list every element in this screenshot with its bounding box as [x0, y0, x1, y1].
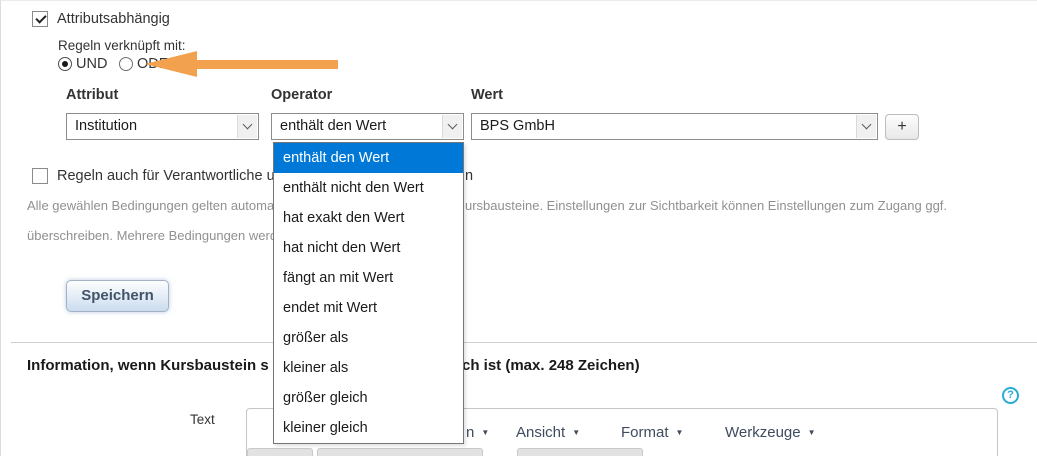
editor-menu-format[interactable]: Format ▼: [621, 424, 683, 441]
operator-select-value: enthält den Wert: [280, 118, 387, 134]
toolbar-button-group[interactable]: [247, 448, 313, 456]
attribute-rules-panel: Attributsabhängig Regeln verknüpft mit: …: [0, 0, 1037, 456]
operator-option[interactable]: kleiner gleich: [274, 413, 463, 443]
operator-option[interactable]: größer als: [274, 323, 463, 353]
info-heading-end: ch ist (max. 248 Zeichen): [462, 357, 640, 374]
menu-caret-icon: ▼: [481, 428, 490, 437]
operator-dropdown-list: enthält den Wert enthält nicht den Wert ha…: [273, 142, 464, 444]
chevron-down-icon: [856, 115, 876, 138]
operator-option[interactable]: hat exakt den Wert: [274, 203, 463, 233]
editor-menu-werkzeuge[interactable]: Werkzeuge ▼: [725, 424, 816, 441]
menu-caret-icon: ▼: [572, 428, 581, 437]
radio-und[interactable]: [58, 57, 72, 71]
callout-arrow-tail: [195, 60, 338, 69]
add-rule-button[interactable]: +: [885, 114, 919, 140]
apply-rules-checkbox[interactable]: [32, 168, 48, 184]
info-heading-start: Information, wenn Kursbaustein s: [27, 357, 269, 374]
section-divider: [11, 342, 1037, 343]
column-header-attribute: Attribut: [66, 87, 119, 103]
help-text-line2-start: überschreiben. Mehrere Bedingungen werde: [27, 228, 285, 243]
help-text-line1-end: ursbausteine. Einstellungen zur Sichtbar…: [465, 198, 948, 213]
operator-option[interactable]: enthält den Wert: [274, 143, 463, 173]
attribute-select-value: Institution: [75, 118, 138, 134]
callout-arrow-icon: [145, 51, 197, 77]
apply-rules-label-start: Regeln auch für Verantwortliche u: [57, 168, 275, 184]
save-button[interactable]: Speichern: [66, 280, 169, 312]
editor-menu-ansicht[interactable]: Ansicht ▼: [516, 424, 580, 441]
chevron-down-icon: [237, 115, 257, 138]
chevron-down-icon: [442, 115, 462, 138]
attribute-select[interactable]: Institution: [66, 113, 259, 140]
column-header-value: Wert: [471, 87, 503, 103]
attribute-dependent-checkbox[interactable]: [32, 11, 48, 27]
operator-option[interactable]: größer gleich: [274, 383, 463, 413]
editor-menu-fragment[interactable]: n ▼: [466, 424, 489, 441]
operator-option[interactable]: fängt an mit Wert: [274, 263, 463, 293]
attribute-dependent-label: Attributsabhängig: [57, 11, 170, 27]
menu-caret-icon: ▼: [675, 428, 684, 437]
column-header-operator: Operator: [271, 87, 333, 103]
text-field-label: Text: [190, 412, 215, 427]
radio-oder[interactable]: [119, 57, 133, 71]
help-text-line1-start: Alle gewählen Bedingungen gelten automat…: [27, 198, 281, 213]
operator-select[interactable]: enthält den Wert: [271, 113, 464, 140]
value-select[interactable]: BPS GmbH: [471, 113, 878, 140]
radio-und-label: UND: [76, 56, 108, 72]
toolbar-button-group[interactable]: [517, 448, 643, 456]
operator-option[interactable]: endet mit Wert: [274, 293, 463, 323]
toolbar-button-group[interactable]: [317, 448, 483, 456]
operator-option[interactable]: hat nicht den Wert: [274, 233, 463, 263]
value-select-value: BPS GmbH: [480, 118, 555, 134]
operator-option[interactable]: kleiner als: [274, 353, 463, 383]
apply-rules-label-end: n: [465, 168, 474, 184]
operator-option[interactable]: enthält nicht den Wert: [274, 173, 463, 203]
menu-caret-icon: ▼: [807, 428, 816, 437]
help-icon[interactable]: ?: [1002, 387, 1019, 404]
